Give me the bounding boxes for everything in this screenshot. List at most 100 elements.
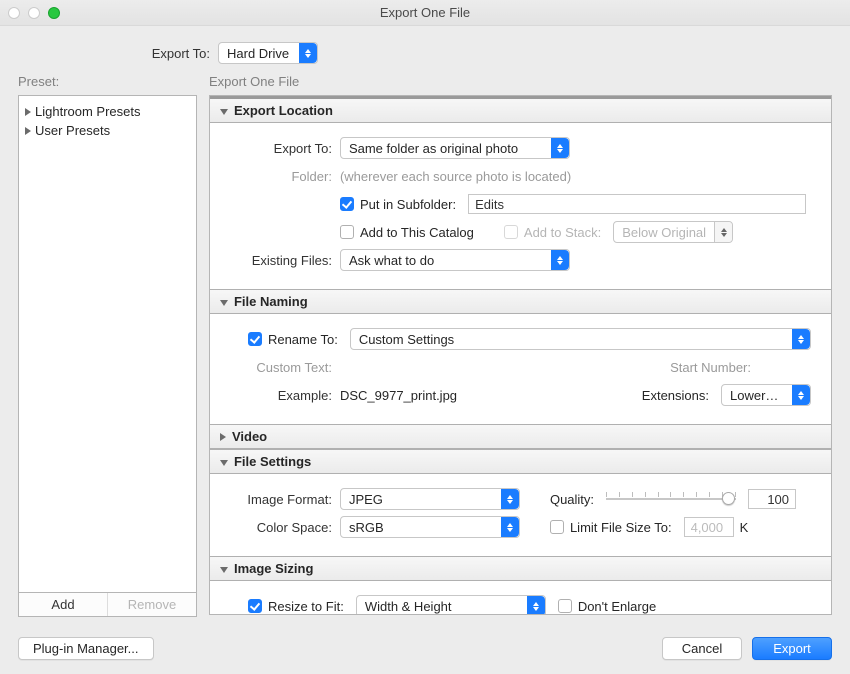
add-stack-checkbox — [504, 225, 518, 239]
example-value: DSC_9977_print.jpg — [340, 388, 457, 403]
quality-input[interactable] — [748, 489, 796, 509]
select-arrows-icon — [792, 329, 810, 349]
export-to-value: Hard Drive — [219, 46, 299, 61]
preset-bar: Add Remove — [18, 593, 197, 617]
example-label: Example: — [230, 388, 340, 403]
disclosure-down-icon — [220, 561, 228, 576]
titlebar: Export One File — [0, 0, 850, 26]
stack-pos-select: Below Original — [613, 221, 733, 243]
limit-filesize-checkbox[interactable] — [550, 520, 564, 534]
section-file-settings-body: Image Format: JPEG Quality: — [210, 474, 831, 556]
rename-checkbox[interactable] — [248, 332, 262, 346]
subfolder-input[interactable] — [468, 194, 806, 214]
limit-filesize-input — [684, 517, 734, 537]
disclosure-down-icon — [220, 454, 228, 469]
quality-slider[interactable] — [606, 490, 736, 508]
extensions-value: Lowercase — [722, 388, 792, 403]
cancel-button[interactable]: Cancel — [662, 637, 742, 660]
section-export-location-head[interactable]: Export Location — [210, 96, 831, 123]
image-format-value: JPEG — [341, 492, 501, 507]
existing-files-label: Existing Files: — [230, 253, 340, 268]
section-title: Export Location — [234, 103, 333, 118]
extensions-label: Extensions: — [642, 388, 709, 403]
export-location-select[interactable]: Same folder as original photo — [340, 137, 570, 159]
window-controls — [8, 7, 60, 19]
zoom-dot-icon[interactable] — [48, 7, 60, 19]
section-export-location-body: Export To: Same folder as original photo… — [210, 123, 831, 289]
export-location-value: Same folder as original photo — [341, 141, 551, 156]
add-preset-button[interactable]: Add — [19, 593, 107, 616]
disclosure-down-icon — [220, 294, 228, 309]
remove-preset-button: Remove — [107, 593, 196, 616]
custom-text-label: Custom Text: — [230, 360, 340, 375]
limit-filesize-unit: K — [740, 520, 749, 535]
minimize-dot-icon[interactable] — [28, 7, 40, 19]
color-space-value: sRGB — [341, 520, 501, 535]
color-space-label: Color Space: — [230, 520, 340, 535]
export-to-select[interactable]: Hard Drive — [218, 42, 318, 64]
select-arrows-icon — [551, 138, 569, 158]
rename-template-select[interactable]: Custom Settings — [350, 328, 811, 350]
limit-filesize-label: Limit File Size To: — [570, 520, 672, 535]
disclosure-right-icon — [25, 123, 31, 138]
window-title: Export One File — [0, 5, 850, 20]
resize-checkbox[interactable] — [248, 599, 262, 613]
subfolder-label: Put in Subfolder: — [360, 197, 456, 212]
add-catalog-checkbox[interactable] — [340, 225, 354, 239]
resize-method-value: Width & Height — [357, 599, 527, 614]
preset-list[interactable]: Lightroom Presets User Presets — [18, 95, 197, 593]
plugin-manager-button[interactable]: Plug-in Manager... — [18, 637, 154, 660]
export-to-label-2: Export To: — [230, 141, 340, 156]
select-arrows-icon — [501, 489, 519, 509]
section-title: File Settings — [234, 454, 311, 469]
section-video-head[interactable]: Video — [210, 424, 831, 449]
rename-template-value: Custom Settings — [351, 332, 792, 347]
quality-label: Quality: — [550, 492, 594, 507]
bottombar: Plug-in Manager... Cancel Export — [0, 623, 850, 674]
preset-item-label: User Presets — [35, 123, 110, 138]
disclosure-down-icon — [220, 103, 228, 118]
folder-hint: (wherever each source photo is located) — [340, 169, 571, 184]
right-panel-label: Export One File — [209, 74, 832, 95]
export-button[interactable]: Export — [752, 637, 832, 660]
image-format-select[interactable]: JPEG — [340, 488, 520, 510]
section-title: Image Sizing — [234, 561, 313, 576]
preset-item[interactable]: User Presets — [23, 121, 192, 140]
image-format-label: Image Format: — [230, 492, 340, 507]
start-number-label: Start Number: — [670, 360, 751, 375]
section-title: Video — [232, 429, 267, 444]
preset-item-label: Lightroom Presets — [35, 104, 141, 119]
export-to-row: Export To: Hard Drive — [0, 26, 850, 74]
preset-item[interactable]: Lightroom Presets — [23, 102, 192, 121]
select-arrows-icon — [299, 43, 317, 63]
select-arrows-icon — [501, 517, 519, 537]
resize-method-select[interactable]: Width & Height — [356, 595, 546, 615]
dont-enlarge-label: Don't Enlarge — [578, 599, 656, 614]
disclosure-right-icon — [25, 104, 31, 119]
disclosure-right-icon — [220, 429, 226, 444]
rename-to-label: Rename To: — [268, 332, 338, 347]
select-arrows-icon — [527, 596, 545, 615]
preset-label: Preset: — [18, 74, 197, 95]
folder-label: Folder: — [230, 169, 340, 184]
stack-pos-value: Below Original — [614, 225, 714, 240]
dont-enlarge-checkbox[interactable] — [558, 599, 572, 613]
export-to-label: Export To: — [0, 46, 218, 61]
add-stack-label: Add to Stack: — [524, 225, 601, 240]
resize-label: Resize to Fit: — [268, 599, 344, 614]
select-arrows-icon — [792, 385, 810, 405]
existing-files-select[interactable]: Ask what to do — [340, 249, 570, 271]
subfolder-checkbox[interactable] — [340, 197, 354, 211]
close-dot-icon[interactable] — [8, 7, 20, 19]
section-file-settings-head[interactable]: File Settings — [210, 449, 831, 474]
existing-files-value: Ask what to do — [341, 253, 551, 268]
section-file-naming-body: Rename To: Custom Settings Custom Text: … — [210, 314, 831, 424]
section-image-sizing-head[interactable]: Image Sizing — [210, 556, 831, 581]
section-file-naming-head[interactable]: File Naming — [210, 289, 831, 314]
slider-knob-icon[interactable] — [722, 492, 735, 505]
section-image-sizing-body: Resize to Fit: Width & Height Don't Enla… — [210, 581, 831, 615]
color-space-select[interactable]: sRGB — [340, 516, 520, 538]
extensions-select[interactable]: Lowercase — [721, 384, 811, 406]
section-title: File Naming — [234, 294, 308, 309]
select-arrows-icon — [714, 222, 732, 242]
